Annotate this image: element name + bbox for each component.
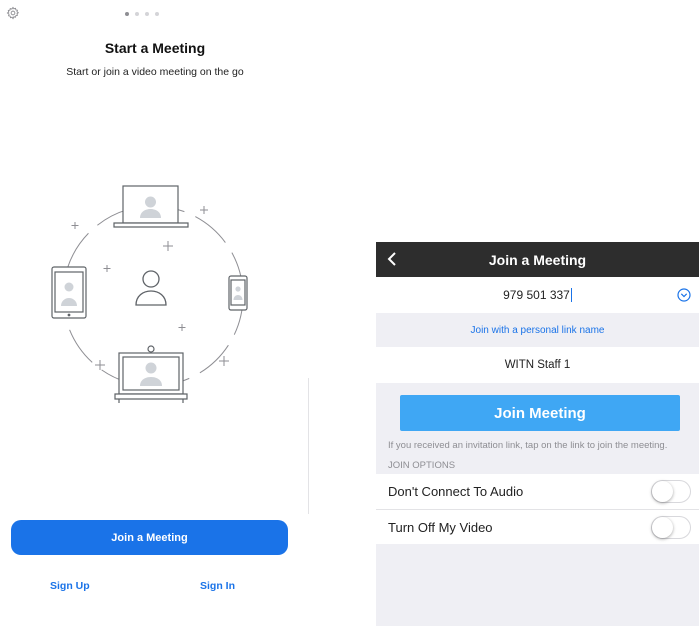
meeting-illustration <box>51 185 248 403</box>
sparkle-marks <box>71 206 229 370</box>
video-toggle[interactable] <box>651 516 691 539</box>
option-label: Turn Off My Video <box>388 519 493 535</box>
page-dot[interactable] <box>145 12 149 16</box>
page-dot[interactable] <box>135 12 139 16</box>
option-dont-connect-audio: Don't Connect To Audio <box>376 474 699 509</box>
start-meeting-screen: Start a Meeting Start or join a video me… <box>0 0 310 626</box>
panel-divider <box>308 378 309 514</box>
invitation-hint: If you received an invitation link, tap … <box>388 440 668 451</box>
back-chevron-icon[interactable] <box>385 251 399 267</box>
join-meeting-screen: Join a Meeting 979 501 337 Join with a p… <box>376 242 699 626</box>
sign-in-link[interactable]: Sign In <box>200 580 235 592</box>
toggle-knob <box>652 481 673 502</box>
gear-icon[interactable] <box>6 6 20 20</box>
page-subtitle: Start or join a video meeting on the go <box>66 66 244 78</box>
laptop-icon <box>113 185 189 228</box>
toggle-knob <box>652 517 673 538</box>
sign-up-link[interactable]: Sign Up <box>50 580 90 592</box>
meeting-id-value[interactable]: 979 501 337 <box>503 288 570 302</box>
page-dot[interactable] <box>155 12 159 16</box>
page-title: Start a Meeting <box>104 40 206 56</box>
join-options-label: JOIN OPTIONS <box>388 460 456 471</box>
page-indicator <box>125 12 159 16</box>
join-options-list: Don't Connect To Audio Turn Off My Video <box>376 474 699 544</box>
app-screenshot: Start a Meeting Start or join a video me… <box>0 0 699 626</box>
join-meeting-button[interactable]: Join Meeting <box>400 395 680 431</box>
user-icon <box>135 270 167 306</box>
phone-icon <box>228 275 248 311</box>
nav-title: Join a Meeting <box>488 251 587 268</box>
meeting-id-field[interactable]: 979 501 337 <box>376 277 699 313</box>
navigation-bar: Join a Meeting <box>376 242 699 277</box>
audio-toggle[interactable] <box>651 480 691 503</box>
join-a-meeting-button[interactable]: Join a Meeting <box>11 520 288 555</box>
screen-name-field[interactable]: WITN Staff 1 <box>376 347 699 383</box>
option-label: Don't Connect To Audio <box>388 484 524 499</box>
tablet-icon <box>51 266 87 319</box>
dropdown-chevron-icon[interactable] <box>677 288 691 302</box>
text-cursor <box>570 288 572 302</box>
page-dot-active[interactable] <box>125 12 129 16</box>
room-system-icon <box>114 345 188 403</box>
personal-link-name-link[interactable]: Join with a personal link name <box>376 313 699 347</box>
option-turn-off-video: Turn Off My Video <box>376 509 699 544</box>
